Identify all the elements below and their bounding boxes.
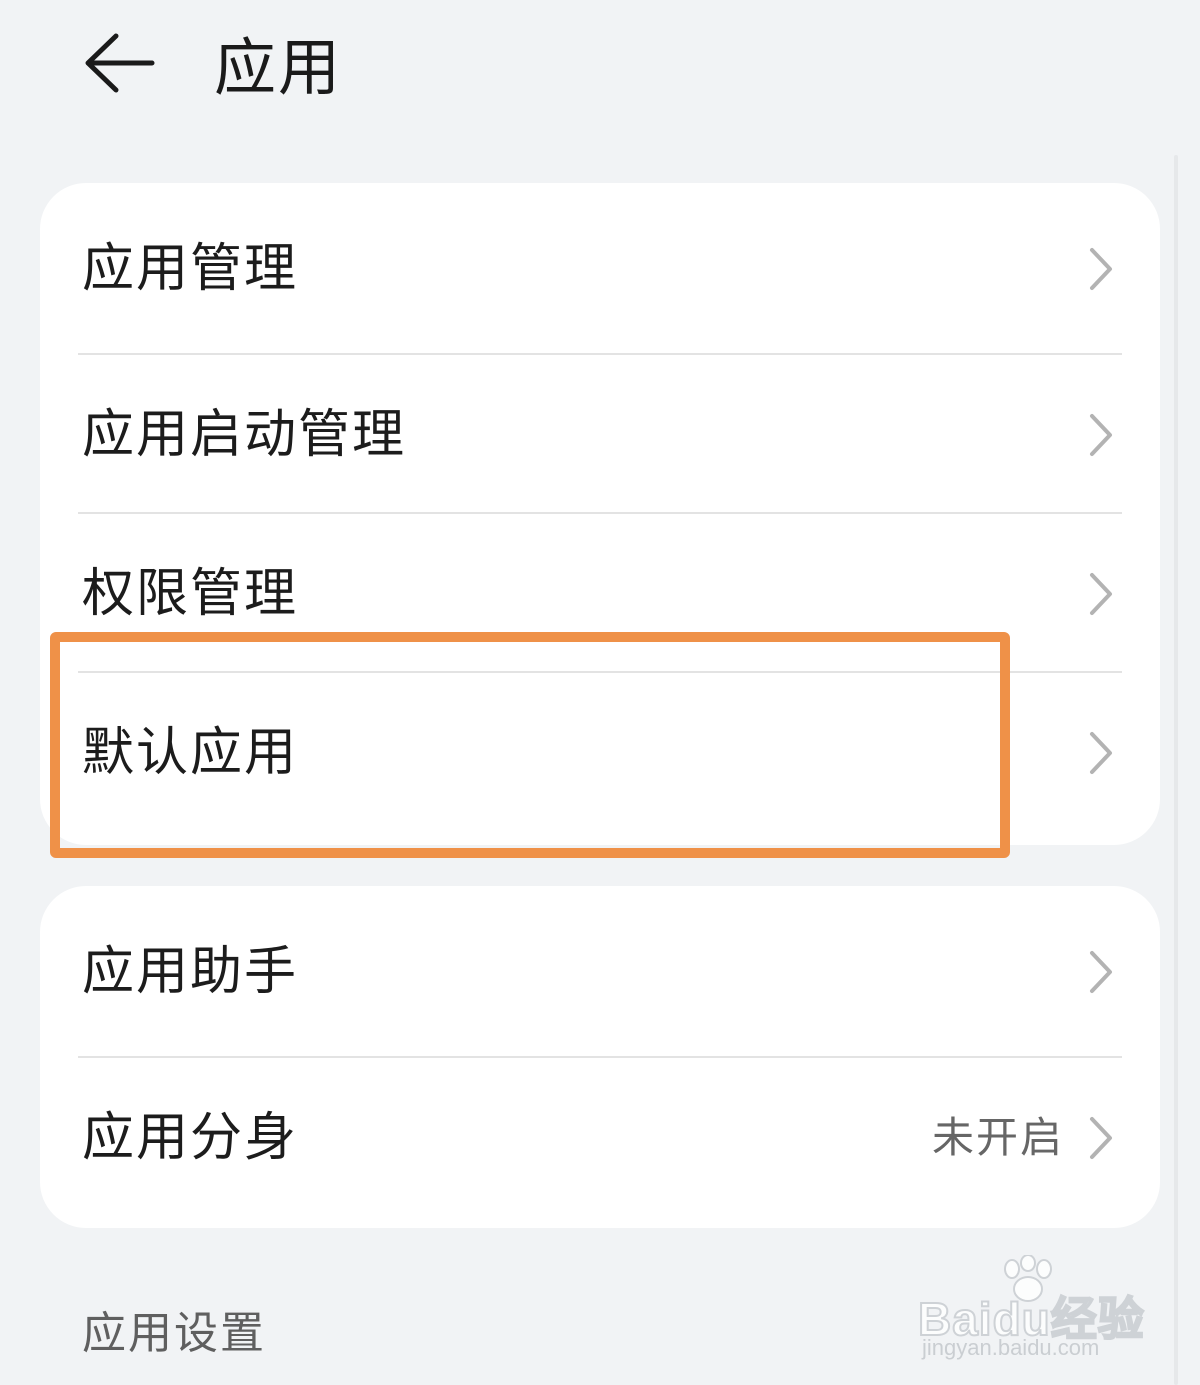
paw-icon [1004,1255,1052,1302]
list-item-app-launch-management[interactable]: 应用启动管理 [40,355,1160,514]
title-bar: 应用 [0,0,1200,140]
chevron-right-icon [1088,412,1114,458]
list-item-app-management[interactable]: 应用管理 [40,183,1160,355]
chevron-right-icon [1088,1115,1114,1161]
chevron-right-icon [1088,246,1114,292]
scrollbar[interactable] [1174,155,1178,1385]
list-item-app-assistant[interactable]: 应用助手 [40,886,1160,1058]
page-title: 应用 [214,31,343,104]
list-item-app-twin[interactable]: 应用分身 未开启 [40,1058,1160,1217]
chevron-right-icon [1088,949,1114,995]
list-item-default-apps[interactable]: 默认应用 [40,673,1160,832]
chevron-right-icon [1088,571,1114,617]
settings-group-apps: 应用管理 应用启动管理 权限管理 默认应用 [40,183,1160,845]
list-item-label: 应用分身 [82,1107,299,1168]
list-item-label: 应用启动管理 [82,404,407,465]
chevron-right-icon [1088,730,1114,776]
arrow-left-icon [85,33,155,93]
list-item-label: 默认应用 [82,722,299,783]
list-item-permission-management[interactable]: 权限管理 [40,514,1160,673]
watermark: Baidu经验 jingyan.baidu.com [917,1255,1145,1365]
settings-group-app-tools: 应用助手 应用分身 未开启 [40,886,1160,1228]
list-item-label: 应用管理 [82,239,299,299]
watermark-url: jingyan.baidu.com [922,1335,1100,1360]
list-item-label: 应用助手 [82,942,299,1002]
list-item-label: 权限管理 [82,563,299,624]
watermark-brand: Baidu经验 [917,1292,1145,1346]
section-header: 应用设置 [82,1308,266,1359]
status-value: 未开启 [931,1112,1064,1162]
back-button[interactable] [80,28,160,98]
